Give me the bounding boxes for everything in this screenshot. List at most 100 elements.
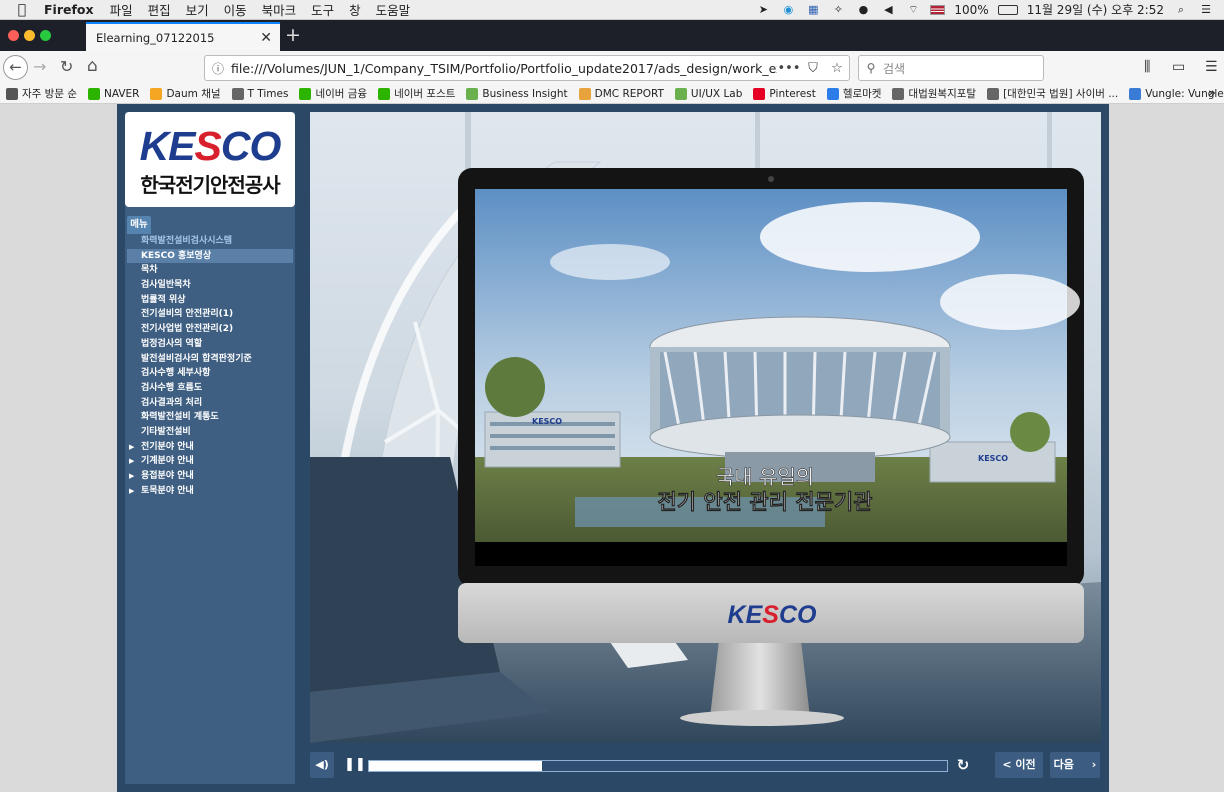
- globe-icon: [231, 87, 244, 100]
- menu-item[interactable]: KESCO 홍보영상: [127, 248, 293, 264]
- forward-button[interactable]: →: [33, 57, 46, 76]
- bookmark-item[interactable]: NAVER: [87, 87, 139, 100]
- apple-icon[interactable]: : [0, 2, 44, 18]
- bookmark-item[interactable]: Pinterest: [753, 87, 816, 100]
- expand-arrow-icon[interactable]: ▶: [129, 484, 134, 499]
- menu-folder-item[interactable]: ▶ 토목분야 안내: [127, 484, 293, 499]
- menu-tools[interactable]: 도구: [311, 0, 334, 19]
- menu-tab[interactable]: 메뉴: [127, 216, 151, 234]
- home-button[interactable]: ⌂: [87, 56, 98, 76]
- menu-folder-item[interactable]: ▶ 전기분야 안내: [127, 440, 293, 455]
- menu-folder-item[interactable]: ▶ 용접분야 안내: [127, 469, 293, 484]
- progress-bar[interactable]: [368, 760, 948, 772]
- sync-icon[interactable]: ◉: [780, 3, 796, 17]
- menu-item-label: 검사수행 세부사항: [141, 368, 211, 379]
- menu-edit[interactable]: 편집: [148, 0, 171, 19]
- pause-icon: ❚❚: [344, 757, 366, 772]
- volume-icon[interactable]: ◀: [880, 3, 896, 17]
- menu-item[interactable]: 검사수행 흐름도: [127, 381, 293, 396]
- wifi-icon[interactable]: ⌔: [905, 3, 921, 17]
- search-input[interactable]: 검색: [883, 60, 905, 77]
- menu-help[interactable]: 도움말: [376, 0, 411, 19]
- kesco-logo: KESCO 한국전기안전공사: [125, 112, 295, 207]
- menu-go[interactable]: 이동: [224, 0, 247, 19]
- grid-app-icon[interactable]: ▦: [805, 3, 821, 17]
- puzzle-icon[interactable]: ✧: [830, 3, 846, 17]
- menu-item[interactable]: 법률적 위상: [127, 293, 293, 308]
- tab-title: Elearning_07122015: [96, 30, 215, 45]
- menu-item[interactable]: 화력발전설비 계통도: [127, 410, 293, 425]
- search-bar[interactable]: ⚲ 검색: [858, 55, 1044, 81]
- bookmarks-overflow-icon[interactable]: »: [1208, 86, 1216, 101]
- close-window-button[interactable]: [8, 30, 19, 41]
- reload-button[interactable]: ↻: [60, 57, 73, 76]
- replay-button[interactable]: ↻: [953, 752, 973, 778]
- tab-strip: Elearning_07122015 ✕ +: [0, 20, 1224, 51]
- menu-item[interactable]: 검사결과의 처리: [127, 396, 293, 411]
- menu-item[interactable]: 발전설비검사의 합격판정기준: [127, 352, 293, 367]
- library-icon[interactable]: ⫼: [1144, 59, 1150, 75]
- next-button[interactable]: 다음 ›: [1050, 752, 1100, 778]
- sidebar-toggle-icon[interactable]: ▭: [1172, 59, 1185, 75]
- compass-icon[interactable]: ➤: [755, 3, 771, 17]
- menu-item[interactable]: 검사일반목차: [127, 278, 293, 293]
- menu-item[interactable]: 검사수행 세부사항: [127, 366, 293, 381]
- bookmark-label: [대한민국 법원] 사이버 ...: [1003, 88, 1119, 100]
- menu-item[interactable]: 전기설비의 안전관리(1): [127, 307, 293, 322]
- search-icon[interactable]: ⌕: [1173, 3, 1189, 17]
- bookmark-item[interactable]: Daum 채널: [150, 86, 221, 101]
- pause-button[interactable]: ❚❚: [343, 752, 367, 778]
- menu-file[interactable]: 파일: [110, 0, 133, 19]
- chat-icon[interactable]: ●: [855, 3, 871, 17]
- minimize-window-button[interactable]: [24, 30, 35, 41]
- bookmark-label: Pinterest: [769, 87, 816, 100]
- bookmark-label: Business Insight: [482, 87, 568, 100]
- tab-elearning[interactable]: Elearning_07122015 ✕: [86, 22, 280, 51]
- bookmark-item[interactable]: Business Insight: [466, 87, 568, 100]
- battery-icon[interactable]: [997, 4, 1018, 15]
- info-icon[interactable]: ⓘ: [205, 60, 231, 77]
- expand-arrow-icon[interactable]: ▶: [129, 469, 134, 484]
- bookmark-item[interactable]: DMC REPORT: [578, 87, 664, 100]
- menu-item[interactable]: 법정검사의 역할: [127, 337, 293, 352]
- menu-item[interactable]: 화력발전설비검사시스템: [127, 234, 293, 249]
- bookmark-item[interactable]: UI/UX Lab: [674, 87, 742, 100]
- bookmark-item[interactable]: 네이버 금융: [299, 86, 367, 101]
- pocket-icon[interactable]: ⛉: [801, 61, 825, 76]
- zoom-window-button[interactable]: [40, 30, 51, 41]
- notification-list-icon[interactable]: ☰: [1198, 3, 1214, 17]
- app-menu-firefox[interactable]: Firefox: [44, 2, 94, 17]
- menu-item[interactable]: 전기사업법 안전관리(2): [127, 322, 293, 337]
- menu-item-label: 기계분야 안내: [141, 456, 194, 467]
- menu-view[interactable]: 보기: [186, 0, 209, 19]
- bookmark-item[interactable]: 네이버 포스트: [378, 86, 455, 101]
- globe-icon: [892, 87, 905, 100]
- menu-folder-item[interactable]: ▶ 기계분야 안내: [127, 454, 293, 469]
- video-frame[interactable]: KESCO KESCO 국내 유일의 전기 안전 관리 전문기관 KESCO: [310, 112, 1101, 743]
- menu-bookmarks[interactable]: 북마크: [262, 0, 297, 19]
- menu-item[interactable]: 기타발전설비: [127, 425, 293, 440]
- page-actions-icon[interactable]: •••: [777, 61, 801, 76]
- hamburger-menu-icon[interactable]: ☰: [1205, 59, 1218, 75]
- menu-window[interactable]: 창: [349, 0, 361, 19]
- back-button[interactable]: ←: [3, 55, 28, 80]
- bookmark-item[interactable]: [대한민국 법원] 사이버 ...: [987, 86, 1118, 101]
- us-flag-icon[interactable]: [930, 4, 946, 15]
- menu-item[interactable]: 목차: [127, 263, 293, 278]
- bookmark-item[interactable]: 자주 방문 순: [6, 86, 77, 101]
- macos-menu-bar:  Firefox 파일 편집 보기 이동 북마크 도구 창 도움말 ➤ ◉ ▦…: [0, 0, 1224, 20]
- tab-close-icon[interactable]: ✕: [260, 30, 272, 46]
- url-bar[interactable]: ⓘ file:///Volumes/JUN_1/Company_TSIM/Por…: [204, 55, 850, 81]
- clock[interactable]: 11월 29일 (수) 오후 2:52: [1027, 1, 1164, 18]
- expand-arrow-icon[interactable]: ▶: [129, 440, 134, 455]
- bookmark-item[interactable]: T Times: [231, 87, 288, 100]
- bookmark-star-icon[interactable]: ☆: [825, 61, 849, 76]
- expand-arrow-icon[interactable]: ▶: [129, 454, 134, 469]
- prev-button[interactable]: < 이전: [995, 752, 1043, 778]
- url-input[interactable]: file:///Volumes/JUN_1/Company_TSIM/Portf…: [231, 61, 777, 76]
- new-tab-button[interactable]: +: [285, 22, 301, 48]
- bookmark-item[interactable]: 대법원복지포탈: [892, 86, 976, 101]
- bookmark-item[interactable]: 헬로마켓: [826, 86, 881, 101]
- mute-button[interactable]: ◀): [310, 752, 334, 778]
- battery-percent: 100%: [954, 2, 989, 17]
